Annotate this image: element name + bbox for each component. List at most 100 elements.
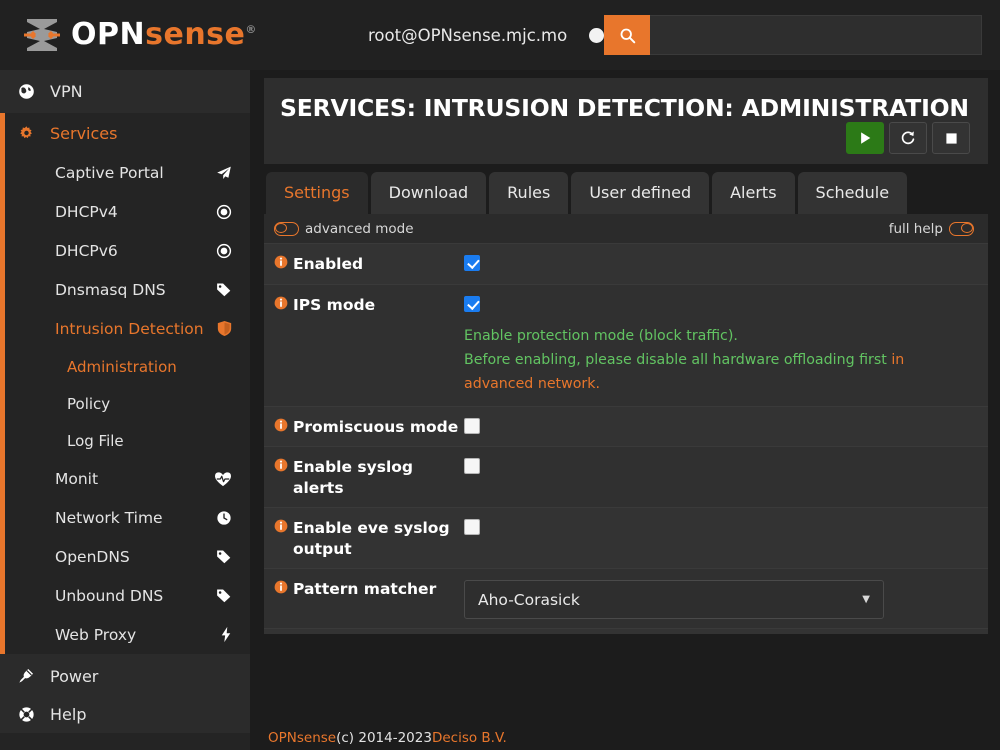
play-icon <box>860 132 870 144</box>
ips-mode-help-text: Enable protection mode (block traffic). … <box>464 324 914 397</box>
sidebar-item-dhcpv6[interactable]: DHCPv6 <box>5 231 250 270</box>
field-value-pattern-matcher: Aho-Corasick ▼ <box>464 578 978 620</box>
main-content: SERVICES: INTRUSION DETECTION: ADMINISTR… <box>250 70 1000 750</box>
restart-service-button[interactable] <box>889 122 927 154</box>
page-header: SERVICES: INTRUSION DETECTION: ADMINISTR… <box>264 78 988 164</box>
sidebar-item-web-proxy[interactable]: Web Proxy <box>5 615 250 654</box>
tab-label: Schedule <box>815 183 890 202</box>
sidebar-item-label: Administration <box>67 357 177 376</box>
ips-mode-checkbox[interactable] <box>464 295 480 312</box>
tab-alerts[interactable]: Alerts <box>712 172 795 215</box>
current-user-label: root@OPNsense.mjc.mo <box>368 25 568 45</box>
full-help-label: full help <box>888 221 943 238</box>
settings-panel: advanced mode full help Enabled IPS mode… <box>264 214 988 635</box>
help-line-1: Enable protection mode (block traffic). <box>464 327 738 344</box>
form-row-ips-mode: IPS mode Enable protection mode (block t… <box>264 283 988 406</box>
info-icon[interactable] <box>274 458 288 472</box>
info-icon[interactable] <box>274 519 288 533</box>
service-control-buttons <box>846 122 970 154</box>
sidebar-item-network-time[interactable]: Network Time <box>5 498 250 537</box>
field-label-pattern-matcher: Pattern matcher <box>274 578 464 619</box>
shield-icon <box>217 320 232 337</box>
footer-company[interactable]: Deciso B.V. <box>432 730 507 746</box>
sidebar-item-monit[interactable]: Monit <box>5 459 250 498</box>
info-icon[interactable] <box>274 296 288 310</box>
field-label-text: Enable eve syslog output <box>293 519 450 558</box>
field-value-syslog-alerts <box>464 456 978 498</box>
footer-brand[interactable]: OPNsense <box>268 730 336 746</box>
sidebar-navigation: VPN Services Captive Portal DHCPv4 DHCPv… <box>0 70 250 750</box>
tab-label: User defined <box>589 183 692 202</box>
sidebar-item-help[interactable]: Help <box>0 695 250 733</box>
logo-wordmark: OPNsense® <box>71 20 257 50</box>
sidebar-item-captive-portal[interactable]: Captive Portal <box>5 153 250 192</box>
sidebar-item-log-file[interactable]: Log File <box>5 422 250 459</box>
connection-status-indicator <box>589 27 605 43</box>
eve-syslog-output-checkbox[interactable] <box>464 519 480 536</box>
sidebar-item-administration[interactable]: Administration <box>5 348 250 385</box>
sidebar-item-unbound-dns[interactable]: Unbound DNS <box>5 576 250 615</box>
tab-user-defined[interactable]: User defined <box>571 172 710 215</box>
sidebar-section-header-services[interactable]: Services <box>5 113 250 153</box>
page-footer: OPNsense (c) 2014-2023 Deciso B.V. <box>250 726 1000 750</box>
target-icon <box>216 243 232 259</box>
field-label-text: IPS mode <box>293 295 376 314</box>
form-row-eve-syslog-output: Enable eve syslog output <box>264 507 988 569</box>
clock-icon <box>216 510 232 526</box>
sidebar-item-intrusion-detection[interactable]: Intrusion Detection <box>5 309 250 348</box>
sidebar-item-dhcpv4[interactable]: DHCPv4 <box>5 192 250 231</box>
sidebar-item-policy[interactable]: Policy <box>5 385 250 422</box>
sidebar-item-dnsmasq-dns[interactable]: Dnsmasq DNS <box>5 270 250 309</box>
full-help-toggle[interactable]: full help <box>889 221 974 237</box>
sidebar-item-power[interactable]: Power <box>0 657 250 695</box>
enabled-checkbox[interactable] <box>464 255 480 272</box>
toggle-on-icon <box>949 222 974 237</box>
syslog-alerts-checkbox[interactable] <box>464 458 480 475</box>
sidebar-bottom-group: Power Help <box>0 654 250 733</box>
search-button[interactable] <box>604 15 651 55</box>
page-title: SERVICES: INTRUSION DETECTION: ADMINISTR… <box>280 94 969 122</box>
gear-icon <box>13 125 39 142</box>
pattern-matcher-value: Aho-Corasick <box>478 590 580 609</box>
sidebar-section-label: Services <box>50 123 118 143</box>
logo-opn-text: OPN <box>71 17 146 52</box>
info-icon[interactable] <box>274 580 288 594</box>
logo-sense-text: sense <box>145 17 246 52</box>
target-icon <box>216 204 232 220</box>
field-label-text: Promiscuous mode <box>293 417 459 436</box>
bolt-icon <box>220 626 232 643</box>
sidebar-item-label: Help <box>50 704 87 724</box>
tab-settings[interactable]: Settings <box>266 172 368 215</box>
tab-download[interactable]: Download <box>370 172 487 215</box>
field-label-text: Enabled <box>293 255 364 274</box>
lifebuoy-icon <box>13 706 39 723</box>
tab-rules[interactable]: Rules <box>489 172 569 215</box>
advanced-mode-toggle[interactable]: advanced mode <box>274 221 414 237</box>
tags-icon <box>215 587 232 604</box>
sidebar-item-label: DHCPv4 <box>55 202 118 221</box>
promiscuous-mode-checkbox[interactable] <box>464 417 480 434</box>
search-input[interactable] <box>650 15 983 55</box>
field-label-text: Enable syslog alerts <box>293 458 414 497</box>
tab-label: Alerts <box>730 183 777 202</box>
advanced-mode-label: advanced mode <box>305 221 414 238</box>
info-icon[interactable] <box>274 255 288 269</box>
sidebar-item-label: Log File <box>67 431 124 450</box>
sidebar-item-label: Dnsmasq DNS <box>55 280 166 299</box>
opnsense-logo-icon <box>24 19 60 51</box>
opnsense-logo[interactable]: OPNsense® <box>0 0 256 70</box>
stop-service-button[interactable] <box>932 122 970 154</box>
sidebar-item-opendns[interactable]: OpenDNS <box>5 537 250 576</box>
info-icon[interactable] <box>274 418 288 432</box>
paper-plane-icon <box>216 165 232 181</box>
tags-icon <box>215 281 232 298</box>
pattern-matcher-select[interactable]: Aho-Corasick ▼ <box>464 580 884 620</box>
form-row-syslog-alerts: Enable syslog alerts <box>264 446 988 508</box>
opnsense-admin-page: OPNsense® root@OPNsense.mjc.mo VPN Servi… <box>0 0 1000 750</box>
sidebar-item-label: Intrusion Detection <box>55 319 204 338</box>
sidebar-item-vpn[interactable]: VPN <box>0 70 250 113</box>
power-plug-icon <box>13 667 39 685</box>
tab-schedule[interactable]: Schedule <box>797 172 908 215</box>
field-label-syslog-alerts: Enable syslog alerts <box>274 456 464 498</box>
start-service-button[interactable] <box>846 122 884 154</box>
